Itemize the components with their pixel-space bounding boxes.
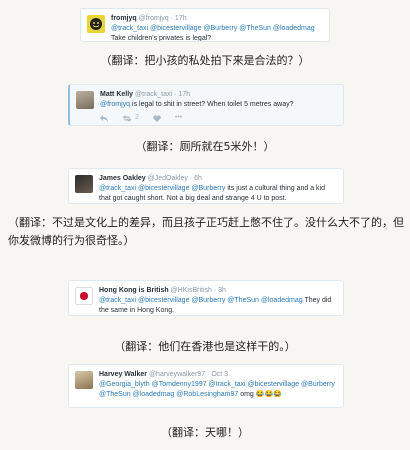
timestamp[interactable]: · 6h: [190, 175, 202, 182]
author-name[interactable]: Matt Kelly: [100, 91, 133, 98]
avatar[interactable]: [87, 15, 105, 33]
author-name[interactable]: Hong Kong is British: [99, 287, 169, 294]
retweet-button[interactable]: 2: [122, 113, 139, 123]
author-name[interactable]: James Oakley: [99, 175, 146, 182]
author-handle[interactable]: @harveywalker97: [149, 371, 205, 378]
tweet-card[interactable]: Hong Kong is British @HKisBritish · 3h @…: [68, 280, 344, 316]
avatar[interactable]: [76, 91, 94, 109]
mentions[interactable]: @track_taxi @bicestervillage @Burberry @…: [99, 297, 303, 304]
author-handle[interactable]: @HKisBritish: [171, 287, 212, 294]
retweet-count: 2: [135, 114, 139, 121]
translation-caption: （翻译：不过是文化上的差异，而且孩子正巧赶上憋不住了。没什么大不了的，但你发微博…: [8, 216, 404, 247]
timestamp[interactable]: · 3h: [214, 287, 226, 294]
timestamp[interactable]: · Oct 3: [207, 371, 228, 378]
heart-icon: [153, 114, 161, 122]
tweet-card[interactable]: James Oakley @JedOakley · 6h @track_taxi…: [68, 168, 344, 204]
author-name[interactable]: Harvey Walker: [99, 371, 147, 378]
tweet-card[interactable]: Matt Kelly @track_taxi · 17h @fromjyq is…: [68, 84, 344, 126]
translation-caption: （翻译：他们在香港也是这样干的。）: [114, 340, 296, 353]
smiley-icon: [90, 18, 102, 30]
author-handle[interactable]: @JedOakley: [148, 175, 188, 182]
author-handle[interactable]: @track_taxi: [135, 91, 172, 98]
translation-caption: （翻译：厕所就在5米外！）: [135, 140, 275, 153]
mentions[interactable]: @Georgia_blyth @Tomdenny1997 @track_taxi…: [99, 381, 335, 398]
author-handle[interactable]: @fromjyq: [139, 15, 169, 22]
tweet-card[interactable]: Harvey Walker @harveywalker97 · Oct 3 @G…: [68, 364, 344, 408]
author-name[interactable]: fromjyq: [111, 15, 137, 22]
avatar[interactable]: [75, 287, 93, 305]
reply-icon: [100, 114, 108, 122]
translation-caption: （翻译：天哪！）: [161, 426, 249, 439]
emoji: 😂😂😂: [255, 391, 282, 398]
more-icon: •••: [174, 114, 183, 121]
mentions[interactable]: @track_taxi @bicestervillage @Burberry @…: [111, 25, 315, 32]
tweet-text: is legal to shit in street? When toilet …: [132, 101, 294, 108]
mentions[interactable]: @fromjyq: [100, 101, 130, 108]
more-button[interactable]: •••: [175, 113, 182, 123]
mentions[interactable]: @track_taxi @bicestervillage @Burberry: [99, 185, 225, 192]
retweet-icon: [122, 114, 132, 122]
timestamp[interactable]: · 17h: [171, 15, 187, 22]
avatar[interactable]: [75, 175, 93, 193]
tweet-text: omg: [240, 391, 254, 398]
translation-caption: （翻译：把小孩的私处拍下来是合法的？）: [100, 54, 310, 67]
avatar[interactable]: [75, 371, 93, 389]
timestamp[interactable]: · 17h: [174, 91, 190, 98]
like-button[interactable]: [153, 113, 161, 123]
reply-button[interactable]: [100, 113, 108, 123]
tweet-card[interactable]: fromjyq @fromjyq · 17h @track_taxi @bice…: [80, 8, 330, 42]
tweet-text: Take children's privates is legal?: [111, 35, 212, 42]
